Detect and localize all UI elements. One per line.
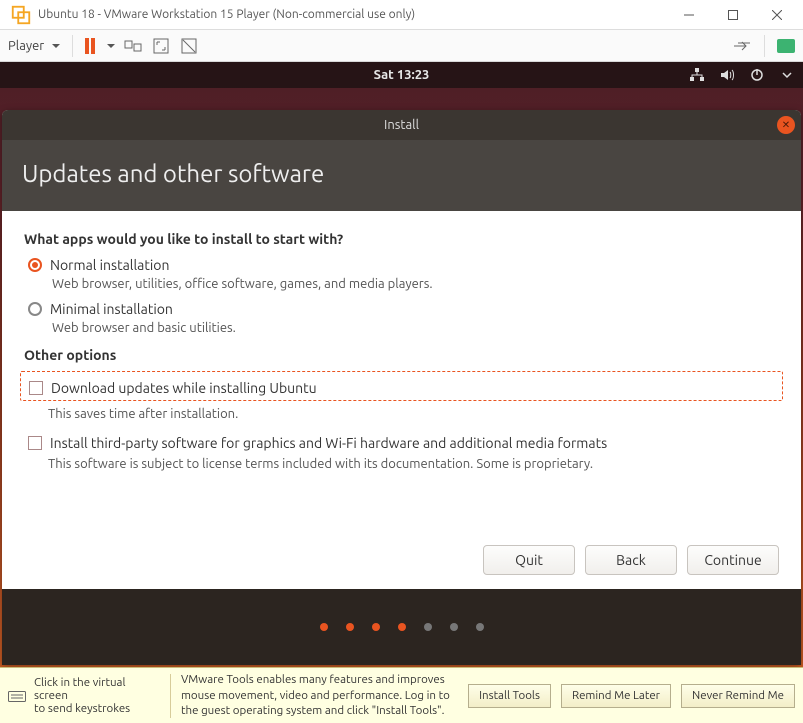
installer-buttons: Quit Back Continue	[2, 531, 801, 589]
send-ctrl-alt-del-icon[interactable]	[123, 36, 143, 56]
installer-titlebar: Install ✕	[2, 110, 801, 140]
page-heading: Updates and other software	[22, 160, 781, 187]
progress-dots	[2, 589, 801, 665]
download-updates-checkbox[interactable]: Download updates while installing Ubuntu	[29, 380, 778, 396]
guest-screen: Sat 13:23 Install ✕ Updates and other so…	[0, 62, 803, 667]
minimal-install-label: Minimal installation	[50, 301, 173, 317]
installer-window: Install ✕ Updates and other software Wha…	[2, 110, 801, 665]
step-dot	[424, 623, 432, 631]
player-menu[interactable]: Player	[8, 39, 60, 53]
keyboard-icon	[8, 689, 26, 703]
radio-checked-icon	[28, 258, 42, 272]
close-icon[interactable]: ✕	[777, 116, 795, 134]
minimize-button[interactable]	[667, 0, 711, 29]
apps-question: What apps would you like to install to s…	[24, 231, 779, 247]
ubuntu-topbar: Sat 13:23	[0, 62, 803, 88]
other-options-label: Other options	[24, 347, 779, 363]
radio-unchecked-icon	[28, 302, 42, 316]
cycle-icon[interactable]	[732, 36, 752, 56]
toolbar-separator	[72, 35, 73, 57]
fullscreen-icon[interactable]	[151, 36, 171, 56]
install-tools-button[interactable]: Install Tools	[468, 684, 551, 708]
maximize-button[interactable]	[711, 0, 755, 29]
toolbar-separator	[764, 35, 765, 57]
normal-install-desc: Web browser, utilities, office software,…	[52, 277, 779, 291]
volume-icon[interactable]	[719, 67, 735, 83]
tools-hint-text: Click in the virtual screen to send keys…	[34, 676, 160, 715]
thirdparty-label: Install third-party software for graphic…	[50, 435, 607, 451]
checkbox-unchecked-icon	[29, 381, 43, 395]
player-menu-label: Player	[8, 39, 44, 53]
normal-install-label: Normal installation	[50, 257, 169, 273]
vmware-tools-bar: Click in the virtual screen to send keys…	[0, 667, 803, 723]
tools-message: VMware Tools enables many features and i…	[181, 672, 458, 719]
thirdparty-checkbox[interactable]: Install third-party software for graphic…	[28, 435, 779, 451]
system-indicators[interactable]	[689, 62, 795, 88]
step-dot	[372, 623, 380, 631]
power-dropdown[interactable]	[103, 39, 115, 53]
step-dot	[320, 623, 328, 631]
close-button[interactable]	[755, 0, 799, 29]
download-updates-label: Download updates while installing Ubuntu	[51, 380, 317, 396]
network-icon[interactable]	[689, 67, 705, 83]
tools-hint: Click in the virtual screen to send keys…	[8, 676, 160, 715]
step-dot	[450, 623, 458, 631]
never-remind-button[interactable]: Never Remind Me	[681, 684, 795, 708]
minimal-install-desc: Web browser and basic utilities.	[52, 321, 779, 335]
chevron-down-icon[interactable]	[779, 67, 795, 83]
vmware-window-title: Ubuntu 18 - VMware Workstation 15 Player…	[38, 8, 667, 21]
vmware-toolbar: Player	[0, 30, 803, 62]
pause-button[interactable]	[85, 38, 95, 54]
step-dot	[476, 623, 484, 631]
thirdparty-desc: This software is subject to license term…	[48, 457, 779, 471]
installer-body: What apps would you like to install to s…	[2, 211, 801, 531]
back-button[interactable]: Back	[585, 545, 677, 575]
download-updates-desc: This saves time after installation.	[48, 407, 779, 421]
normal-install-radio[interactable]: Normal installation	[28, 257, 779, 273]
checkbox-unchecked-icon	[28, 436, 42, 450]
download-updates-row: Download updates while installing Ubuntu	[20, 371, 783, 401]
vmware-logo-icon	[10, 4, 32, 26]
tools-separator	[170, 674, 171, 718]
clock[interactable]: Sat 13:23	[374, 68, 430, 82]
vmware-titlebar: Ubuntu 18 - VMware Workstation 15 Player…	[0, 0, 803, 30]
continue-button[interactable]: Continue	[687, 545, 779, 575]
installer-title: Install	[384, 118, 419, 132]
power-icon[interactable]	[749, 67, 765, 83]
unity-icon[interactable]	[179, 36, 199, 56]
quit-button[interactable]: Quit	[483, 545, 575, 575]
step-dot	[346, 623, 354, 631]
step-dot	[398, 623, 406, 631]
enter-vm-icon[interactable]	[777, 39, 795, 53]
remind-later-button[interactable]: Remind Me Later	[561, 684, 671, 708]
installer-header: Updates and other software	[2, 140, 801, 211]
minimal-install-radio[interactable]: Minimal installation	[28, 301, 779, 317]
